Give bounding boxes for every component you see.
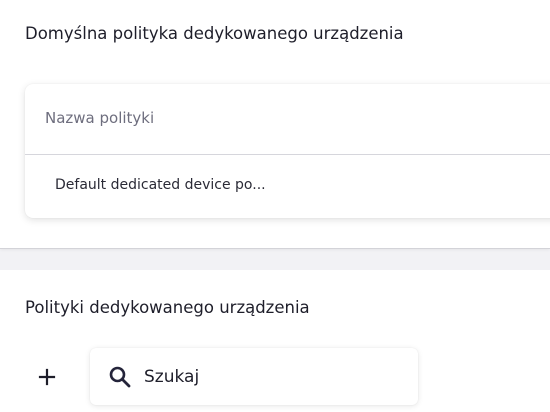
default-policy-section: Domyślna polityka dedykowanego urządzeni…: [0, 0, 550, 249]
default-policy-table: Nazwa polityki Default dedicated device …: [25, 84, 550, 218]
search-input[interactable]: [144, 364, 394, 390]
plus-icon: [38, 368, 56, 386]
table-row[interactable]: Default dedicated device po...: [25, 155, 550, 218]
table-header: Nazwa polityki: [25, 84, 550, 155]
default-policy-title: Domyślna polityka dedykowanego urządzeni…: [25, 24, 404, 43]
add-policy-button[interactable]: [30, 360, 64, 394]
search-icon: [109, 366, 131, 388]
search-box[interactable]: [90, 348, 418, 405]
policies-section-title: Polityki dedykowanego urządzenia: [25, 298, 310, 317]
column-header-policy-name[interactable]: Nazwa polityki: [45, 109, 154, 127]
policy-name-cell[interactable]: Default dedicated device po...: [55, 177, 266, 193]
